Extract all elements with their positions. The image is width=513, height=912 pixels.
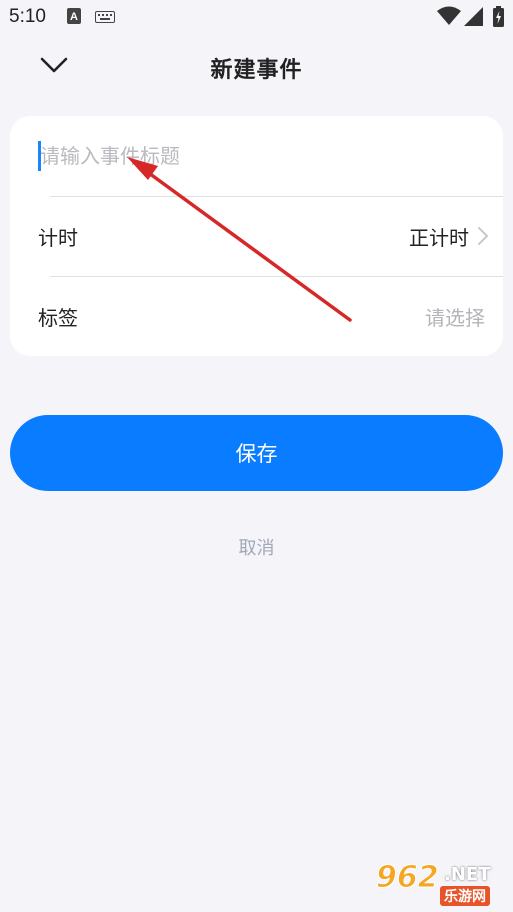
battery-charging-icon [493,6,504,27]
font-a-icon: A [67,8,81,24]
save-button[interactable]: 保存 [10,415,503,491]
status-time: 5:10 [9,6,46,27]
signal-icon [464,7,483,26]
tag-select-placeholder: 请选择 [425,306,485,330]
keyboard-icon [95,11,115,23]
timer-label: 计时 [38,226,78,250]
title-row [10,116,503,196]
event-form-card: 计时 正计时 标签 请选择 [10,116,503,356]
watermark-logo: 962 .NET 乐游网 [372,860,508,906]
watermark-suffix: .NET [444,864,491,885]
status-bar: 5:10 A [0,0,513,36]
text-cursor [38,141,41,171]
timer-row[interactable]: 计时 正计时 [10,196,503,276]
wifi-icon [437,6,461,25]
event-title-input[interactable] [38,138,478,174]
header: 新建事件 [0,36,513,100]
timer-value: 正计时 [409,226,469,250]
tag-row[interactable]: 标签 请选择 [10,276,503,356]
page-title: 新建事件 [210,58,303,83]
svg-text:A: A [70,11,78,23]
tag-label: 标签 [38,306,78,330]
cancel-button[interactable]: 取消 [0,534,513,560]
chevron-right-icon [478,227,488,245]
watermark-number: 962 [376,860,440,896]
watermark-site: 乐游网 [440,886,490,906]
